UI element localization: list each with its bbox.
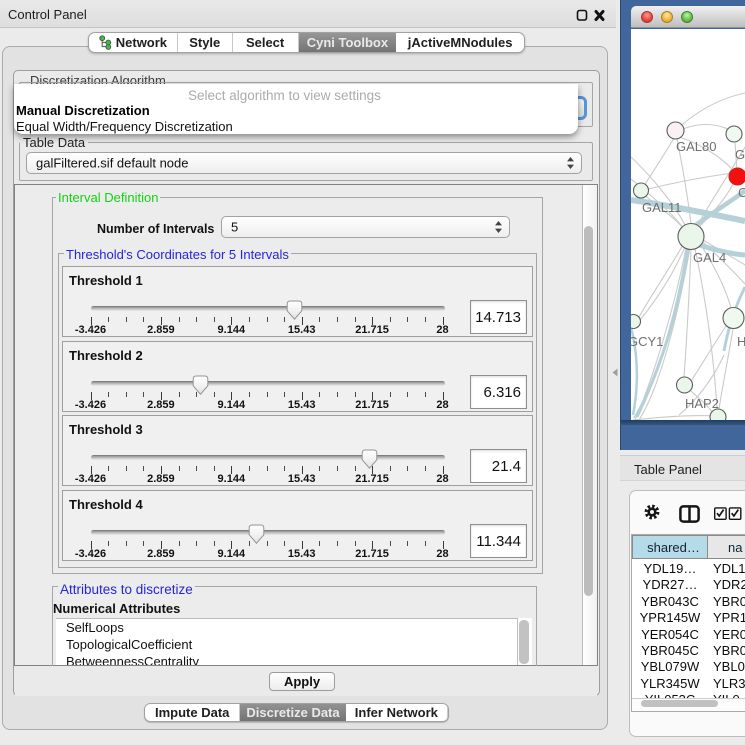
- svg-text:H: H: [737, 334, 745, 349]
- svg-text:HAP2: HAP2: [685, 396, 719, 411]
- svg-text:GAL80: GAL80: [676, 139, 716, 154]
- svg-text:GA: GA: [735, 147, 745, 162]
- svg-text:GAL11: GAL11: [642, 200, 682, 215]
- svg-text:GAL4: GAL4: [693, 250, 726, 265]
- svg-text:GCY1: GCY1: [631, 334, 663, 349]
- svg-text:C: C: [738, 185, 745, 200]
